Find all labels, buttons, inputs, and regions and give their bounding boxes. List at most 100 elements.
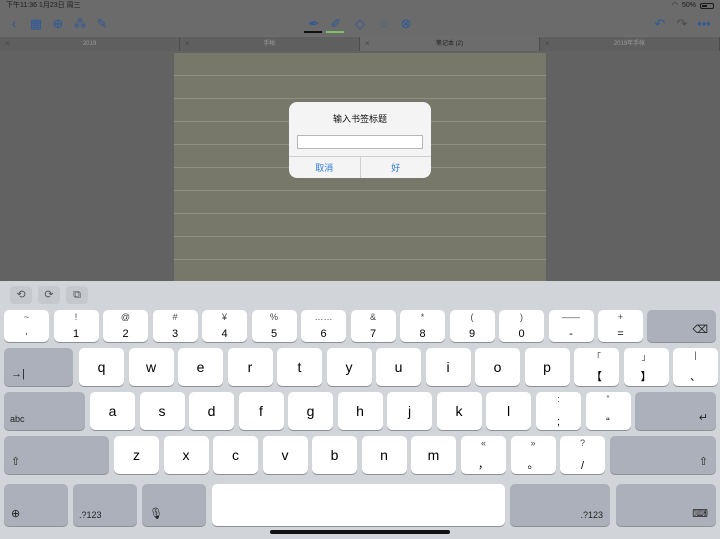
key-e[interactable]: e	[178, 348, 223, 386]
key-y[interactable]: y	[326, 348, 372, 386]
key-8[interactable]: * 8	[400, 310, 445, 342]
shift-icon: ⇧	[698, 456, 708, 468]
numbers-key-right[interactable]: .?123	[510, 484, 610, 526]
grid-icon[interactable]: ▦	[28, 16, 44, 32]
key-f[interactable]: f	[238, 392, 284, 430]
key-m[interactable]: m	[411, 436, 456, 474]
ok-button[interactable]: 好	[359, 157, 432, 178]
key-h[interactable]: h	[337, 392, 383, 430]
key-4[interactable]: ¥4	[202, 310, 247, 342]
key-punct-r3-1[interactable]: ” “	[585, 392, 631, 430]
undo-icon[interactable]: ↶	[652, 16, 668, 32]
cancel-button[interactable]: 取消	[289, 157, 360, 178]
key-2[interactable]: @2	[103, 310, 148, 342]
key-punct-r4-0[interactable]: «，	[461, 436, 506, 474]
numbers-key-left[interactable]: .?123	[73, 484, 137, 526]
key-punct-r4-2[interactable]: ? /	[560, 436, 605, 474]
key-s[interactable]: s	[139, 392, 185, 430]
globe-key[interactable]: ⊕	[4, 484, 68, 526]
key-l[interactable]: l	[486, 392, 531, 430]
lasso-icon[interactable]: ◌	[376, 16, 392, 32]
delete-icon: ⌫	[692, 324, 708, 336]
tab-close-icon[interactable]: ×	[365, 37, 370, 51]
key-shift-label: ?	[579, 438, 585, 448]
shapes-icon[interactable]: ⁂	[72, 16, 88, 32]
redo-key-icon[interactable]: ⟳	[38, 286, 60, 304]
space-key[interactable]	[212, 484, 505, 526]
shift-key-right[interactable]: ⇧	[610, 436, 716, 474]
key-shift-label: »	[530, 438, 536, 448]
key-label: 1	[72, 328, 80, 340]
key-k[interactable]: k	[436, 392, 482, 430]
tab-notebook[interactable]: × 手帐	[180, 37, 360, 51]
delete-key[interactable]: ⌫	[647, 310, 716, 342]
dismiss-keyboard-key[interactable]: ⌨	[616, 484, 716, 526]
redo-icon[interactable]: ↷	[674, 16, 690, 32]
key-punct-r3-0[interactable]: :;	[536, 392, 581, 430]
tab-key[interactable]: →|	[4, 348, 73, 386]
key-x[interactable]: x	[163, 436, 209, 474]
key-punct-0[interactable]: 「【	[574, 348, 619, 386]
key-0[interactable]: ~ ·	[4, 310, 49, 342]
key-label: j	[407, 403, 412, 419]
key-q[interactable]: q	[79, 348, 124, 386]
key-o[interactable]: o	[475, 348, 520, 386]
key-p[interactable]: p	[524, 348, 570, 386]
highlighter-icon[interactable]: ✐	[328, 16, 344, 32]
close-tool-icon[interactable]: ⊗	[398, 16, 414, 32]
key-9[interactable]: (9	[449, 310, 495, 342]
more-icon[interactable]: •••	[696, 16, 712, 32]
mic-key[interactable]: 🎙	[142, 484, 206, 526]
battery-level: 50%	[681, 2, 696, 9]
key-punct-2[interactable]: |、	[673, 348, 718, 386]
key-g[interactable]: g	[288, 392, 333, 430]
highlighter-color-indicator	[326, 31, 344, 33]
key-b[interactable]: b	[312, 436, 357, 474]
abc-key[interactable]: abc	[4, 392, 85, 430]
key-n[interactable]: n	[361, 436, 407, 474]
tab-2019[interactable]: × 2019	[0, 37, 180, 51]
key-r[interactable]: r	[227, 348, 273, 386]
tab-label: 手帐	[263, 41, 276, 47]
key-c[interactable]: c	[213, 436, 258, 474]
key-shift-label: 」	[641, 352, 651, 362]
pen-icon[interactable]: ✒	[306, 16, 322, 32]
key-3[interactable]: #3	[152, 310, 198, 342]
bookmark-title-input[interactable]	[297, 135, 423, 149]
key-7[interactable]: & 7	[350, 310, 396, 342]
key-12[interactable]: + =	[598, 310, 643, 342]
undo-key-icon[interactable]: ⟲	[10, 286, 32, 304]
key-label: i	[446, 359, 450, 375]
paste-key-icon[interactable]: ⧉	[66, 286, 88, 304]
key-punct-r4-1[interactable]: »。	[510, 436, 556, 474]
tab-close-icon[interactable]: ×	[5, 37, 10, 51]
key-6[interactable]: …… 6	[301, 310, 346, 342]
key-z[interactable]: z	[114, 436, 159, 474]
key-shift-label: *	[420, 312, 425, 322]
key-1[interactable]: ! 1	[53, 310, 99, 342]
return-key[interactable]: ↵	[635, 392, 716, 430]
shift-key-left[interactable]: ⇧	[4, 436, 109, 474]
key-11[interactable]: —— -	[548, 310, 594, 342]
edit-icon[interactable]: ✎	[94, 16, 110, 32]
key-v[interactable]: v	[262, 436, 308, 474]
tab-notebook-2[interactable]: × 笔记本 (2)	[360, 37, 540, 51]
key-label: 6	[320, 328, 327, 340]
battery-icon	[700, 3, 714, 9]
key-u[interactable]: u	[376, 348, 421, 386]
key-w[interactable]: w	[128, 348, 174, 386]
eraser-icon[interactable]: ◇	[352, 16, 368, 32]
add-icon[interactable]: ⊕	[50, 16, 66, 32]
tab-close-icon[interactable]: ×	[545, 37, 550, 51]
key-j[interactable]: j	[387, 392, 432, 430]
tab-2019-planner[interactable]: × 2019年手帐	[540, 37, 720, 51]
back-icon[interactable]: ‹	[6, 16, 22, 32]
tab-close-icon[interactable]: ×	[185, 37, 190, 51]
key-i[interactable]: i	[425, 348, 471, 386]
key-d[interactable]: d	[189, 392, 234, 430]
key-5[interactable]: % 5	[251, 310, 297, 342]
key-10[interactable]: ) 0	[499, 310, 544, 342]
key-a[interactable]: a	[90, 392, 135, 430]
key-t[interactable]: t	[277, 348, 322, 386]
key-punct-1[interactable]: 」】	[623, 348, 669, 386]
